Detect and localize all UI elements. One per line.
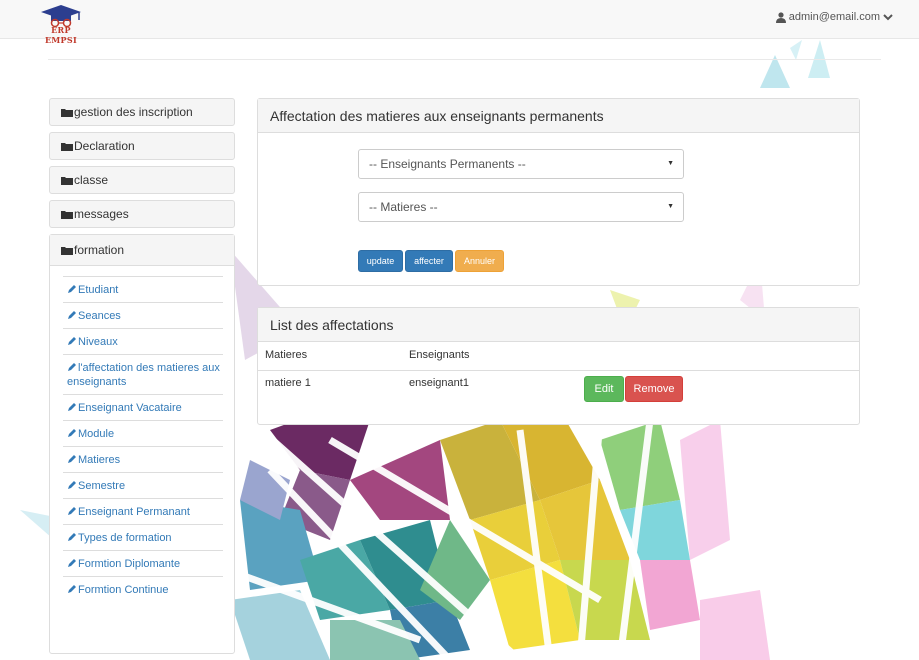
panel-title: List des affectations: [258, 308, 859, 342]
sidebar-link-semestre[interactable]: Semestre: [63, 472, 223, 498]
folder-icon: [61, 142, 73, 151]
caret-down-icon: ▼: [667, 203, 674, 210]
sidebar-section-classe[interactable]: classe: [49, 166, 235, 194]
sidebar-section-label: Declaration: [74, 139, 135, 153]
sidebar-link-label: Formtion Continue: [78, 584, 169, 596]
update-button[interactable]: update: [358, 250, 403, 272]
pencil-icon: [68, 337, 76, 345]
user-menu[interactable]: admin@email.com: [775, 11, 893, 23]
pencil-icon: [68, 429, 76, 437]
pencil-icon: [68, 481, 76, 489]
divider: [48, 59, 881, 60]
sidebar-section-label: gestion des inscription: [74, 105, 193, 119]
panel-title: Affectation des matieres aux enseignants…: [258, 99, 859, 133]
user-email: admin@email.com: [788, 11, 880, 23]
pencil-icon: [68, 403, 76, 411]
sidebar-link-niveaux[interactable]: Niveaux: [63, 328, 223, 354]
folder-icon: [61, 108, 73, 117]
sidebar-section-inscription[interactable]: gestion des inscription: [49, 98, 235, 126]
sidebar-link-label: Enseignant Permanant: [78, 506, 190, 518]
sidebar-link-etudiant[interactable]: Etudiant: [63, 276, 223, 302]
matiere-cell: matiere 1: [265, 377, 311, 389]
sidebar-link-module[interactable]: Module: [63, 420, 223, 446]
affectations-list-panel: List des affectations Matieres Enseignan…: [257, 307, 860, 425]
sidebar-link-enseignant-vacataire[interactable]: Enseignant Vacataire: [63, 394, 223, 420]
pencil-icon: [68, 311, 76, 319]
sidebar-section-formation: formation Etudiant Seances Niveaux l'aff…: [49, 234, 235, 654]
edit-button[interactable]: Edit: [584, 376, 624, 402]
enseignant-cell: enseignant1: [409, 377, 469, 389]
top-navbar: ERP EMPSI admin@email.com: [0, 0, 919, 45]
affectation-panel: Affectation des matieres aux enseignants…: [257, 98, 860, 286]
sidebar-section-messages[interactable]: messages: [49, 200, 235, 228]
pencil-icon: [68, 533, 76, 541]
select-value: -- Enseignants Permanents --: [369, 157, 526, 171]
logo-text: ERP EMPSI: [45, 25, 77, 45]
annuler-button[interactable]: Annuler: [455, 250, 504, 272]
column-header: Matieres: [265, 349, 308, 361]
sidebar-link-formation-diplomante[interactable]: Formtion Diplomante: [63, 550, 223, 576]
caret-down-icon: ▼: [667, 160, 674, 167]
sidebar-link-matieres[interactable]: Matieres: [63, 446, 223, 472]
pencil-icon: [68, 559, 76, 567]
sidebar-section-label: classe: [74, 173, 109, 187]
sidebar: gestion des inscription Declaration clas…: [49, 98, 235, 654]
pencil-icon: [68, 507, 76, 515]
user-icon: [775, 11, 786, 23]
sidebar-link-label: Formtion Diplomante: [78, 558, 181, 570]
matiere-select[interactable]: -- Matieres -- ▼: [358, 192, 684, 222]
formation-menu: Etudiant Seances Niveaux l'affectation d…: [50, 276, 234, 602]
sidebar-link-label: Niveaux: [78, 336, 118, 348]
sidebar-link-label: Seances: [78, 310, 121, 322]
sidebar-link-seances[interactable]: Seances: [63, 302, 223, 328]
sidebar-section-declaration[interactable]: Declaration: [49, 132, 235, 160]
affecter-button[interactable]: affecter: [405, 250, 453, 272]
select-value: -- Matieres --: [369, 200, 438, 214]
app-logo[interactable]: ERP EMPSI: [36, 3, 86, 45]
folder-icon: [61, 210, 73, 219]
sidebar-section-label: messages: [74, 207, 129, 221]
sidebar-link-affectation[interactable]: l'affectation des matieres aux enseignan…: [63, 354, 223, 394]
sidebar-link-label: l'affectation des matieres aux enseignan…: [67, 362, 220, 388]
sidebar-link-types-formation[interactable]: Types de formation: [63, 524, 223, 550]
folder-open-icon: [61, 246, 73, 255]
remove-button[interactable]: Remove: [625, 376, 683, 402]
pencil-icon: [68, 285, 76, 293]
table-header: Matieres Enseignants: [258, 342, 859, 371]
enseignant-select[interactable]: -- Enseignants Permanents -- ▼: [358, 149, 684, 179]
table-row: matiere 1 enseignant1 Edit Remove: [258, 370, 859, 410]
sidebar-link-label: Enseignant Vacataire: [78, 402, 182, 414]
chevron-down-icon: [883, 14, 893, 21]
pencil-icon: [68, 363, 76, 371]
sidebar-link-label: Semestre: [78, 480, 126, 492]
sidebar-section-label: formation: [74, 243, 125, 257]
pencil-icon: [68, 585, 76, 593]
sidebar-link-enseignant-permanant[interactable]: Enseignant Permanant: [63, 498, 223, 524]
sidebar-section-formation-header[interactable]: formation: [50, 235, 234, 266]
sidebar-link-label: Etudiant: [78, 284, 119, 296]
column-header: Enseignants: [409, 349, 470, 361]
sidebar-link-label: Matieres: [78, 454, 121, 466]
sidebar-link-label: Module: [78, 428, 115, 440]
pencil-icon: [68, 455, 76, 463]
sidebar-link-formation-continue[interactable]: Formtion Continue: [63, 576, 223, 602]
folder-icon: [61, 176, 73, 185]
sidebar-link-label: Types de formation: [78, 532, 172, 544]
